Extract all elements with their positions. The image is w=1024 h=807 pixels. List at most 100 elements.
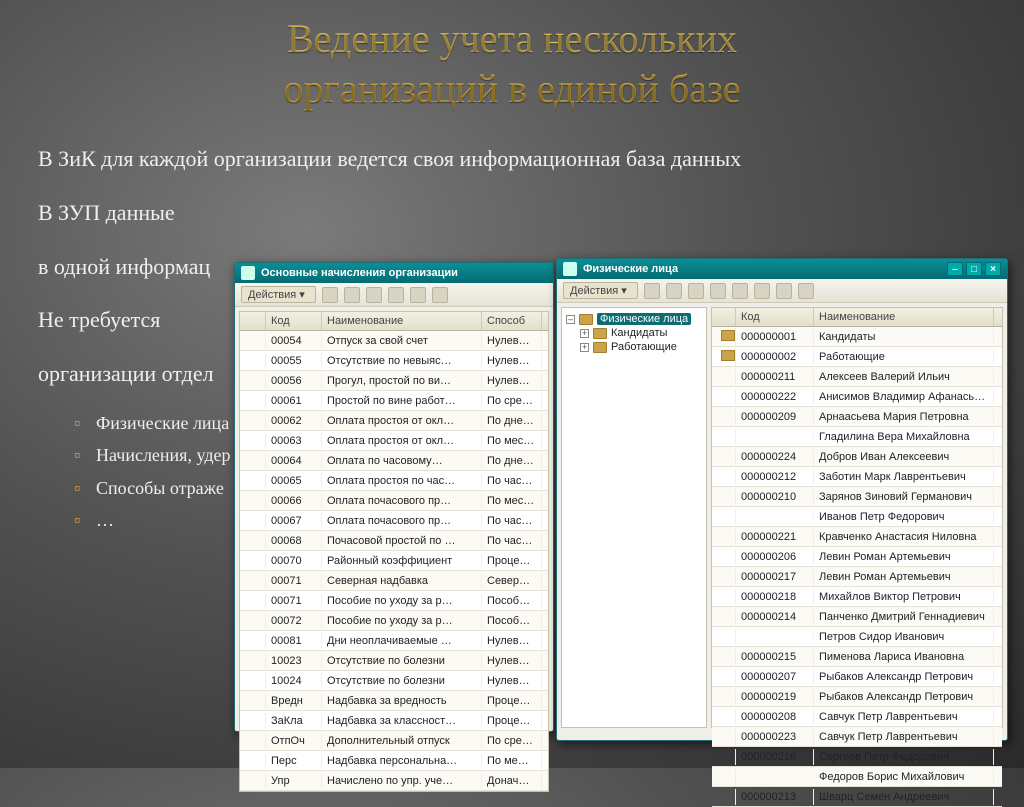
cell-method: По дне… — [482, 453, 542, 469]
table-row[interactable]: Петров Сидор Иванович — [712, 627, 1002, 647]
maximize-button[interactable]: □ — [966, 262, 982, 276]
cell-name: Дни неоплачиваемые … — [322, 633, 482, 649]
table-row[interactable]: 00065 Оплата простоя по час… По час… — [240, 471, 548, 491]
tb-edit-icon[interactable] — [688, 283, 704, 299]
table-row[interactable]: ОтпОч Дополнительный отпуск По сре… — [240, 731, 548, 751]
table-row[interactable]: 000000002 Работающие — [712, 347, 1002, 367]
table-row[interactable]: 00054 Отпуск за свой счет Нулев… — [240, 331, 548, 351]
accruals-grid[interactable]: Код Наименование Способ 00054 Отпуск за … — [239, 311, 549, 792]
table-row[interactable]: Вредн Надбавка за вредность Проце… — [240, 691, 548, 711]
table-row[interactable]: 00070 Районный коэффициент Проце… — [240, 551, 548, 571]
tree-node[interactable]: + Работающие — [566, 340, 702, 354]
table-row[interactable]: ЗаКла Надбавка за классност… Проце… — [240, 711, 548, 731]
table-row[interactable]: 00067 Оплата почасового пр… По час… — [240, 511, 548, 531]
table-row[interactable]: Перс Надбавка персональна… По ме… — [240, 751, 548, 771]
cell-name: Шварц Семен Андреевич — [814, 789, 994, 805]
table-row[interactable]: 00081 Дни неоплачиваемые … Нулев… — [240, 631, 548, 651]
tb-delete-icon[interactable] — [710, 283, 726, 299]
table-row[interactable]: 00064 Оплата по часовому… По дне… — [240, 451, 548, 471]
actions-menu[interactable]: Действия ▾ — [241, 286, 316, 303]
table-row[interactable]: 000000208 Савчук Петр Лаврентьевич — [712, 707, 1002, 727]
tb-edit-icon[interactable] — [344, 287, 360, 303]
table-row[interactable]: 00055 Отсутствие по невыяс… Нулев… — [240, 351, 548, 371]
tb-help-icon[interactable] — [432, 287, 448, 303]
table-row[interactable]: 00071 Пособие по уходу за р… Пособ… — [240, 591, 548, 611]
persons-grid[interactable]: Код Наименование 000000001 Кандидаты 000… — [711, 307, 1003, 728]
table-row[interactable]: 000000214 Панченко Дмитрий Геннадиевич — [712, 607, 1002, 627]
cell-code: 00081 — [266, 633, 322, 649]
col-name[interactable]: Наименование — [814, 308, 994, 326]
table-row[interactable]: 00063 Оплата простоя от окл… По мес… — [240, 431, 548, 451]
col-code[interactable]: Код — [736, 308, 814, 326]
table-row[interactable]: 10024 Отсутствие по болезни Нулев… — [240, 671, 548, 691]
actions-menu[interactable]: Действия ▾ — [563, 282, 638, 299]
table-row[interactable]: 000000223 Савчук Петр Лаврентьевич — [712, 727, 1002, 747]
cell-code: 10024 — [266, 673, 322, 689]
table-row[interactable]: 000000001 Кандидаты — [712, 327, 1002, 347]
cell-name: Работающие — [814, 349, 994, 365]
table-row[interactable]: 00056 Прогул, простой по ви… Нулев… — [240, 371, 548, 391]
cell-name: Левин Роман Артемьевич — [814, 569, 994, 585]
table-row[interactable]: 000000224 Добров Иван Алексеевич — [712, 447, 1002, 467]
table-row[interactable]: 000000207 Рыбаков Александр Петрович — [712, 667, 1002, 687]
table-row[interactable]: 000000218 Михайлов Виктор Петрович — [712, 587, 1002, 607]
table-row[interactable]: 00071 Северная надбавка Север… — [240, 571, 548, 591]
persons-window[interactable]: Физические лица – □ × Действия ▾ – Физич… — [556, 258, 1008, 741]
minimize-button[interactable]: – — [947, 262, 963, 276]
col-blank[interactable] — [240, 312, 266, 330]
table-row[interactable]: 10023 Отсутствие по болезни Нулев… — [240, 651, 548, 671]
col-method[interactable]: Способ — [482, 312, 542, 330]
table-row[interactable]: 000000217 Левин Роман Артемьевич — [712, 567, 1002, 587]
table-row[interactable]: 000000215 Пименова Лариса Ивановна — [712, 647, 1002, 667]
table-row[interactable]: Упр Начислено по упр. уче… Донач… — [240, 771, 548, 791]
table-row[interactable]: 000000210 Зарянов Зиновий Германович — [712, 487, 1002, 507]
cell-name: Оплата простоя от окл… — [322, 433, 482, 449]
tree-node[interactable]: + Кандидаты — [566, 326, 702, 340]
tb-delete-icon[interactable] — [388, 287, 404, 303]
accruals-window[interactable]: Основные начисления организации Действия… — [234, 262, 554, 732]
tb-addgroup-icon[interactable] — [666, 283, 682, 299]
folder-icon — [721, 350, 735, 361]
tb-refresh-icon[interactable] — [776, 283, 792, 299]
table-row[interactable]: 000000211 Алексеев Валерий Ильич — [712, 367, 1002, 387]
tb-filter-icon[interactable] — [754, 283, 770, 299]
col-name[interactable]: Наименование — [322, 312, 482, 330]
cell-name: Зарянов Зиновий Германович — [814, 489, 994, 505]
window-titlebar[interactable]: Основные начисления организации — [235, 263, 553, 283]
cell-code: 10023 — [266, 653, 322, 669]
collapse-icon[interactable]: – — [566, 315, 575, 324]
expand-icon[interactable]: + — [580, 329, 589, 338]
table-row[interactable]: Иванов Петр Федорович — [712, 507, 1002, 527]
table-row[interactable]: 00066 Оплата почасового пр… По мес… — [240, 491, 548, 511]
col-code[interactable]: Код — [266, 312, 322, 330]
close-button[interactable]: × — [985, 262, 1001, 276]
tb-add-icon[interactable] — [322, 287, 338, 303]
tb-add-icon[interactable] — [644, 283, 660, 299]
tree-panel[interactable]: – Физические лица + Кандидаты + Работающ… — [561, 307, 707, 728]
table-row[interactable]: 00068 Почасовой простой по … По час… — [240, 531, 548, 551]
table-row[interactable]: 000000212 Заботин Марк Лаврентьевич — [712, 467, 1002, 487]
window-titlebar[interactable]: Физические лица – □ × — [557, 259, 1007, 279]
table-row[interactable]: 000000216 Сергеев Петр Федорович — [712, 747, 1002, 767]
table-row[interactable]: Гладилина Вера Михайловна — [712, 427, 1002, 447]
table-row[interactable]: 000000213 Шварц Семен Андреевич — [712, 787, 1002, 807]
expand-icon[interactable]: + — [580, 343, 589, 352]
table-row[interactable]: 000000219 Рыбаков Александр Петрович — [712, 687, 1002, 707]
table-row[interactable]: 000000222 Анисимов Владимир Афанасьевич — [712, 387, 1002, 407]
cell-name: Отсутствие по невыяс… — [322, 353, 482, 369]
tb-refresh-icon[interactable] — [410, 287, 426, 303]
table-row[interactable]: 00072 Пособие по уходу за р… Пособ… — [240, 611, 548, 631]
tb-hierarchy-icon[interactable] — [732, 283, 748, 299]
table-row[interactable]: 000000221 Кравченко Анастасия Ниловна — [712, 527, 1002, 547]
table-row[interactable]: Федоров Борис Михайлович — [712, 767, 1002, 787]
cell-code — [736, 775, 814, 779]
tb-copy-icon[interactable] — [366, 287, 382, 303]
table-row[interactable]: 00061 Простой по вине работ… По сре… — [240, 391, 548, 411]
table-row[interactable]: 000000209 Арнаасьева Мария Петровна — [712, 407, 1002, 427]
cell-code: 00062 — [266, 413, 322, 429]
tree-root[interactable]: – Физические лица — [566, 312, 702, 326]
table-row[interactable]: 000000206 Левин Роман Артемьевич — [712, 547, 1002, 567]
col-blank[interactable] — [712, 308, 736, 326]
tb-help-icon[interactable] — [798, 283, 814, 299]
table-row[interactable]: 00062 Оплата простоя от окл… По дне… — [240, 411, 548, 431]
